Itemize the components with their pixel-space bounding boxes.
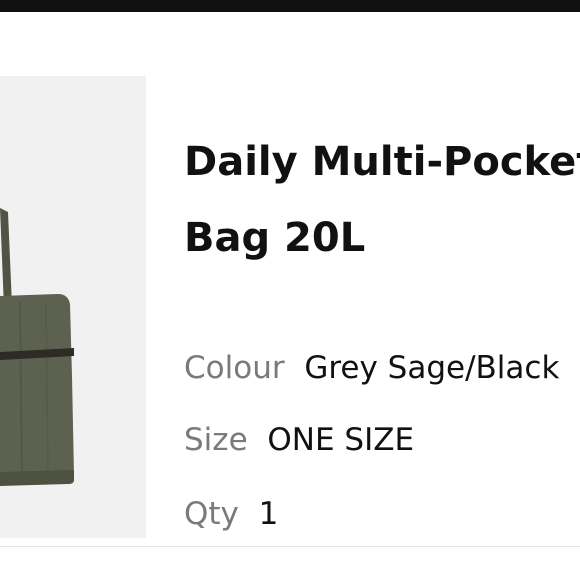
colour-row: Colour Grey Sage/Black bbox=[184, 350, 559, 386]
product-title-line1: Daily Multi-Pocket bbox=[184, 139, 580, 185]
qty-label: Qty bbox=[184, 496, 239, 532]
bag-body bbox=[0, 294, 74, 482]
qty-row: Qty 1 bbox=[184, 496, 278, 532]
divider bbox=[0, 546, 580, 547]
size-row: Size ONE SIZE bbox=[184, 422, 414, 458]
colour-value: Grey Sage/Black bbox=[304, 350, 560, 386]
bag-strap bbox=[0, 208, 12, 308]
product-title-line2: Bag 20L bbox=[184, 215, 366, 261]
product-image[interactable] bbox=[0, 76, 146, 538]
qty-value: 1 bbox=[258, 496, 279, 532]
size-label: Size bbox=[184, 422, 248, 458]
bag-illustration bbox=[0, 208, 74, 486]
product-title[interactable]: Daily Multi-Pocket Bag 20L bbox=[184, 124, 580, 276]
size-value: ONE SIZE bbox=[267, 422, 415, 458]
top-bar bbox=[0, 0, 580, 12]
colour-label: Colour bbox=[184, 350, 285, 386]
